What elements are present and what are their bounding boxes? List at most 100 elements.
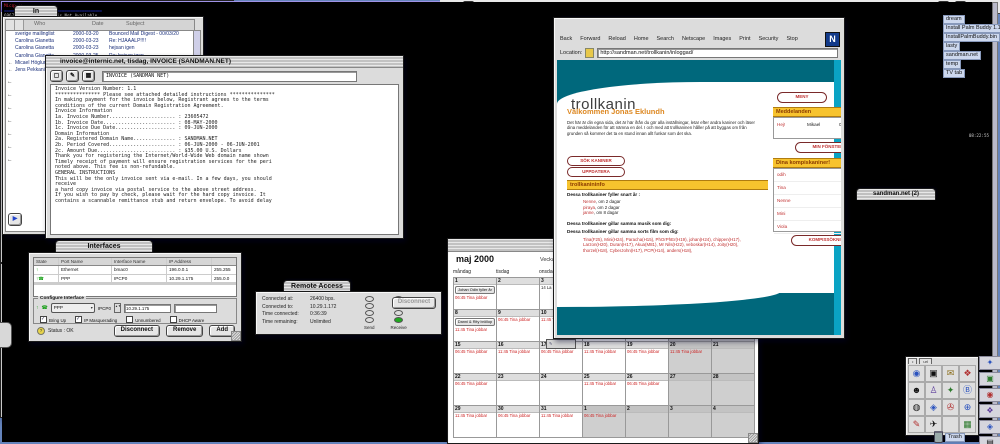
calendar-cell[interactable]: 2: [497, 278, 540, 310]
mail-drawer-button[interactable]: ▶: [8, 213, 22, 226]
resize-grip[interactable]: [748, 433, 758, 443]
launcher-app-icon[interactable]: ⊕: [959, 399, 976, 416]
toolbar-button[interactable]: Stop: [786, 36, 797, 42]
toolbar-button[interactable]: Security: [759, 36, 779, 42]
desktop-icon[interactable]: dream: [932, 15, 965, 24]
launcher-app-icon[interactable]: ❖: [959, 365, 976, 382]
background-window-fragment[interactable]: ✎: [546, 339, 576, 349]
strip-app-icon[interactable]: ▤: [979, 436, 1000, 444]
calendar-event[interactable]: 11:45 Tina jobbar: [583, 349, 625, 355]
calendar-event-button[interactable]: Danni & Rity bröllop: [455, 318, 495, 326]
toolbar-button[interactable]: Reload: [608, 36, 625, 42]
friend-row[interactable]: Mini ✎: [774, 208, 841, 221]
friend-name-link[interactable]: Tina: [777, 182, 786, 194]
strip-app-icon[interactable]: ◈: [979, 420, 1000, 434]
desktop-drawer-tab[interactable]: [0, 322, 12, 348]
strip-app-icon[interactable]: ✦: [979, 356, 1000, 370]
interface-row[interactable]: ↑ Ethernet bmac0 196.0.0.1 255.255: [34, 266, 236, 274]
friend-name-link[interactable]: Nenne: [777, 195, 791, 207]
launcher-app-icon[interactable]: ◈: [925, 399, 942, 416]
calendar-event[interactable]: 06:45 Tina jobbar: [454, 295, 496, 301]
calendar-event[interactable]: 11:45 Tina jobbar: [454, 413, 496, 419]
bunny-name-link[interactable]: janne: [583, 210, 594, 216]
toolbar-button[interactable]: Search: [657, 36, 674, 42]
launcher-tab[interactable]: •: [908, 358, 917, 364]
calendar-event-button[interactable]: Johan Odin fyller år: [455, 286, 495, 294]
launcher-app-icon[interactable]: ☻: [908, 382, 925, 399]
action-button[interactable]: Remove: [166, 325, 203, 337]
launcher-tab[interactable]: url: [919, 358, 931, 364]
calendar-event[interactable]: 06:45 Tina jobbar: [583, 413, 625, 419]
mail-row[interactable]: Carolina Gianetta 2000-03-23 hejsan igen: [6, 45, 194, 52]
message-subject-link[interactable]: Hej!: [777, 122, 807, 127]
friend-row[interactable]: Nenne ✎: [774, 195, 841, 208]
calendar-cell[interactable]: 2: [626, 406, 669, 438]
toolbar-button[interactable]: Netscape: [682, 36, 705, 42]
stepper-control[interactable]: ▲▼: [114, 303, 121, 313]
calendar-cell[interactable]: 26 06:45 Tina jobbar: [626, 374, 669, 406]
launcher-app-icon[interactable]: ▣: [925, 365, 942, 382]
strip-app-icon[interactable]: ◉: [979, 388, 1000, 402]
calendar-cell[interactable]: 19 06:45 Tina jobbar: [626, 342, 669, 374]
netscape-window[interactable]: BackForwardReloadHomeSearchNetscapeImage…: [553, 17, 845, 339]
url-field[interactable]: http://sandman.net/trollkanin/inloggad/: [597, 48, 838, 58]
launcher-app-icon[interactable]: ✦: [942, 382, 959, 399]
film-match-links[interactable]: Tina(F25), Mini(H24), Paracha(H15), PhOr…: [583, 237, 763, 253]
calendar-cell[interactable]: 1 Johan Odin fyller år 06:45 Tina jobbar: [454, 278, 497, 310]
friend-name-link[interactable]: Viola: [777, 221, 787, 233]
help-icon[interactable]: ?: [37, 327, 45, 335]
mail-col-date[interactable]: Date: [92, 20, 126, 30]
calendar-event[interactable]: 06:45 Tina jobbar: [454, 349, 496, 355]
calendar-cell[interactable]: 16 11:45 Tina jobbar: [497, 342, 540, 374]
calendar-event[interactable]: 06:45 Tina jobbar: [626, 381, 668, 387]
interface-row[interactable]: ↑☎ PPP IPCP0 10.29.1.175 255.0.0: [34, 275, 236, 283]
launcher-app-icon[interactable]: ◉: [908, 365, 925, 382]
calendar-cell[interactable]: 18 11:45 Tina jobbar: [583, 342, 626, 374]
calendar-event[interactable]: 11:45 Tina jobbar: [583, 381, 625, 387]
friend-row[interactable]: odih ✎: [774, 169, 841, 182]
calendar-cell[interactable]: 1 06:45 Tina jobbar: [583, 406, 626, 438]
desktop-icon[interactable]: TV tab: [932, 69, 965, 78]
resize-grip[interactable]: [231, 331, 241, 341]
friend-name-link[interactable]: odih: [777, 169, 786, 181]
calendar-cell[interactable]: 9 06:45 Tina jobbar: [497, 310, 540, 342]
invoice-subject-field[interactable]: INVOICE (SANDMAN NET): [102, 71, 357, 82]
mail-row[interactable]: Carolina Gianetta 2000-03-23 Re: HJÄÄÄLP…: [6, 38, 194, 45]
desktop-icon[interactable]: InstallPalmBuddy.bin: [932, 33, 1000, 42]
secondary-field[interactable]: [174, 304, 217, 313]
checkbox[interactable]: Bring Up: [40, 316, 66, 323]
calendar-cell[interactable]: 23: [497, 374, 540, 406]
mail-row[interactable]: sverige mailinglist 2000-03-20 Bounced M…: [6, 31, 194, 38]
launcher-app-icon[interactable]: ◍: [908, 399, 925, 416]
desktop-icon[interactable]: lasty: [932, 42, 960, 51]
calendar-event[interactable]: 06:45 Tina jobbar: [497, 413, 539, 419]
toolbar-button[interactable]: Images: [713, 36, 731, 42]
icq-window-tab[interactable]: sandman.net (2): [856, 188, 936, 200]
calendar-cell[interactable]: 27: [669, 374, 712, 406]
launcher-app-icon[interactable]: ✎: [908, 416, 925, 433]
desktop-icon[interactable]: temp: [932, 60, 961, 69]
calendar-event[interactable]: 11:45 Tina jobbar: [497, 349, 539, 355]
calendar-cell[interactable]: 22 06:45 Tina jobbar: [454, 374, 497, 406]
calendar-cell[interactable]: 25 11:45 Tina jobbar: [583, 374, 626, 406]
friend-row[interactable]: Tina ✎: [774, 182, 841, 195]
action-button[interactable]: Disconnect: [114, 325, 160, 337]
ip-address-field[interactable]: 10.29.1.175: [124, 304, 171, 313]
calendar-cell[interactable]: 31 11:45 Tina jobbar: [540, 406, 583, 438]
netscape-logo-icon[interactable]: N: [825, 32, 840, 47]
meny-button[interactable]: MENY: [777, 92, 827, 103]
new-message-icon[interactable]: ▢: [50, 70, 63, 82]
calendar-cell[interactable]: 28: [712, 374, 755, 406]
calendar-cell[interactable]: 20 11:45 Tina jobbar: [669, 342, 712, 374]
calendar-cell[interactable]: 8 Danni & Rity bröllop 11:45 Tina jobbar: [454, 310, 497, 342]
strip-app-icon[interactable]: ▣: [979, 372, 1000, 386]
strip-app-icon[interactable]: ❖: [979, 404, 1000, 418]
friend-search-button[interactable]: KOMPISSÖKNING: [791, 235, 841, 246]
browser-viewport[interactable]: trollkanin MENY Välkommen Jonas Eklundh …: [557, 60, 841, 335]
calendar-cell[interactable]: 21: [712, 342, 755, 374]
edit-pen-icon[interactable]: ✎: [66, 70, 79, 82]
calendar-cell[interactable]: 24: [540, 374, 583, 406]
calendar-cell[interactable]: 30 06:45 Tina jobbar: [497, 406, 540, 438]
friend-name-link[interactable]: Mini: [777, 208, 785, 220]
message-window-button[interactable]: MIN FÖNSTER: [795, 142, 841, 153]
